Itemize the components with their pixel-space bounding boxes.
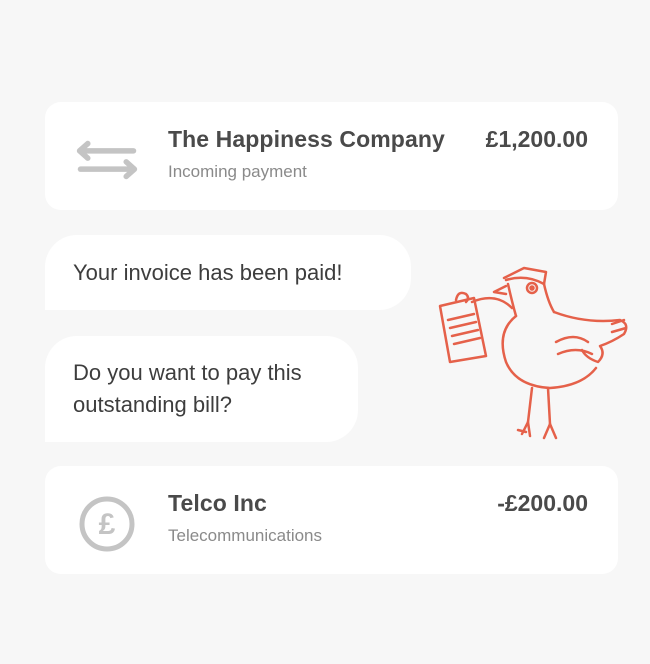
message-text: Do you want to pay this outstanding bill… [73,360,302,417]
message-text: Your invoice has been paid! [73,259,343,285]
transaction-amount: -£200.00 [497,490,588,516]
transfer-arrows-icon [75,128,139,192]
bird-holding-bill-icon [438,266,628,440]
transaction-card-telco[interactable]: £ Telco Inc Telecommunications -£200.00 [45,466,618,574]
message-bubble-invoice-paid: Your invoice has been paid! [45,235,411,310]
transaction-name: Telco Inc [168,490,267,516]
pound-coin-icon: £ [75,492,139,556]
transaction-amount: £1,200.00 [485,126,588,152]
transaction-category: Incoming payment [168,162,307,181]
transaction-category: Telecommunications [168,526,323,545]
message-bubble-pay-bill: Do you want to pay this outstanding bill… [45,336,358,442]
transaction-name: The Happiness Company [168,126,445,152]
transaction-card-happiness[interactable]: The Happiness Company Incoming payment £… [45,102,618,210]
svg-text:£: £ [99,508,116,541]
